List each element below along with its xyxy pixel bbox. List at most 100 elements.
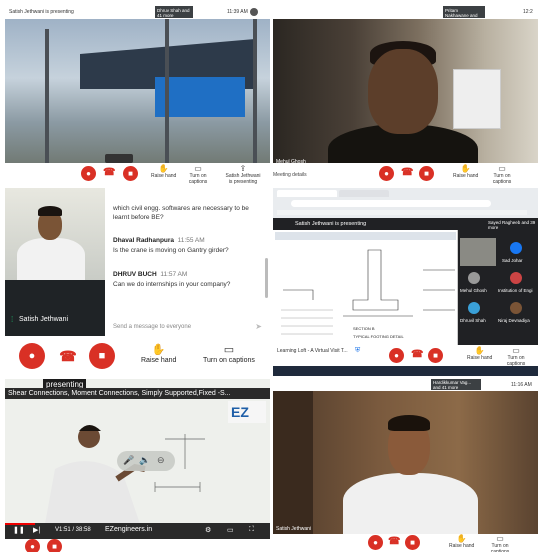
- participant-tile[interactable]: [460, 238, 496, 266]
- participants-badge[interactable]: Pritam Nakhawane and 41 more: [443, 6, 485, 23]
- whiteboard: [453, 69, 501, 129]
- facebook-avatar-icon: [510, 242, 522, 254]
- raise-hand-button[interactable]: ✋ Raise hand: [151, 164, 176, 179]
- video-controls-overlay[interactable]: [105, 154, 133, 163]
- browser-tab[interactable]: [277, 190, 337, 197]
- browser-tab[interactable]: [339, 190, 389, 197]
- presenting-label: Satish Jethwani is presenting: [9, 9, 74, 15]
- collage: Satish Jethwani is presenting Dhruv Shah…: [0, 0, 545, 556]
- presenting-button[interactable]: ⇪ Satish Jethwani is presenting: [223, 164, 263, 185]
- chat-author-line: DHRUV BUCH 11:57 AM: [113, 271, 188, 278]
- scrollbar[interactable]: [265, 258, 268, 298]
- hand-icon: ✋: [460, 164, 471, 173]
- hand-icon: ✋: [151, 344, 166, 356]
- hangup-button[interactable]: ☎: [401, 167, 413, 178]
- audio-icon: ⁞: [11, 315, 14, 324]
- captions-button[interactable]: ▭ Turn on captions: [203, 344, 255, 365]
- drawing-toolbar: [275, 232, 456, 240]
- tile-chat: ⁞ Satish Jethwani which civil engg. soft…: [5, 188, 270, 376]
- face: [368, 49, 438, 134]
- cc-icon: ▭: [498, 164, 506, 173]
- participant-name: Niraj Devnadiya: [498, 318, 530, 323]
- grid-lines: [423, 269, 455, 311]
- participant-name: Mehul Ghosh: [460, 288, 487, 293]
- captions-button[interactable]: ▭ Turn on captions: [483, 534, 517, 552]
- meet-toolbar: Meeting details ● ☎ ■ ✋ Raise hand ▭ Turn …: [273, 163, 538, 185]
- camera-off-button[interactable]: ■: [89, 343, 115, 369]
- cast-icon[interactable]: ▭: [227, 526, 234, 534]
- tile-speaker-2: Hardikkumar Vag... and 41 more 11:16 AM …: [273, 379, 538, 552]
- cad-drawing: SECTION B TYPICAL FOOTING DETAIL: [273, 230, 458, 345]
- hangup-button[interactable]: ☎: [55, 343, 81, 369]
- post: [165, 19, 169, 167]
- fullscreen-icon[interactable]: ⛶: [249, 526, 254, 534]
- avatar: [468, 272, 480, 284]
- mic-off-button[interactable]: ●: [379, 166, 394, 181]
- browser-chrome: [273, 188, 538, 218]
- meet-toolbar: ● ☎ ■ ✋ Raise hand ▭ Turn on captions: [5, 336, 270, 376]
- dim-line: [283, 289, 314, 300]
- hangup-button[interactable]: ☎: [103, 167, 115, 178]
- hand-icon: ✋: [456, 534, 467, 543]
- mic-off-button[interactable]: ●: [81, 166, 96, 181]
- next-icon[interactable]: ▶|: [33, 526, 40, 534]
- time-display: V1:51 / 38:58: [55, 527, 91, 533]
- camera-off-button[interactable]: ■: [428, 348, 443, 363]
- mic-icon[interactable]: 🎤: [123, 455, 134, 466]
- mic-off-button[interactable]: ●: [25, 539, 40, 552]
- meet-toolbar: ● ☎ ■ ✋ Raise hand ▭ Turn on captions: [273, 534, 538, 552]
- hair: [388, 415, 430, 431]
- minus-icon[interactable]: ⊖: [157, 455, 165, 466]
- ez-logo: EZ: [231, 404, 249, 420]
- pause-icon[interactable]: ❚❚: [13, 526, 25, 534]
- avatar: [250, 8, 258, 16]
- mic-off-button[interactable]: ●: [19, 343, 45, 369]
- camera-off-button[interactable]: ■: [419, 166, 434, 181]
- camera-off-button[interactable]: ■: [405, 535, 420, 550]
- settings-icon[interactable]: ⚙: [205, 526, 211, 534]
- captions-button[interactable]: ▭ Turn on captions: [183, 164, 213, 185]
- address-bar[interactable]: [291, 200, 491, 207]
- tile-top-bar: Pritam Nakhawane and 41 more 12:2: [273, 5, 538, 23]
- player-controls: ❚❚ ▶| V1:51 / 38:58 EZengineers.in ⚙ ▭ ⛶: [5, 523, 270, 539]
- camera-off-button[interactable]: ■: [47, 539, 62, 552]
- body: [343, 473, 478, 534]
- participants-badge[interactable]: Dhruv Shah and 41 more: [155, 6, 193, 18]
- send-icon[interactable]: ➤: [255, 322, 262, 331]
- mic-off-button[interactable]: ●: [389, 348, 404, 363]
- chat-input[interactable]: Send a message to everyone: [113, 324, 191, 330]
- self-view-panel: ⁞ Satish Jethwani: [5, 188, 105, 336]
- cc-icon: ▭: [512, 346, 520, 355]
- raise-hand-button[interactable]: ✋ Raise hand: [453, 164, 478, 179]
- participants-badge[interactable]: Sayed Ragheeb and 39 more: [488, 220, 536, 230]
- tile-top-bar: Hardikkumar Vag... and 41 more 11:16 AM: [273, 379, 538, 391]
- meet-toolbar: Learning Loft - A Virtual Visit T... ⛨ ●…: [273, 345, 538, 376]
- meet-toolbar: ● ■: [5, 539, 270, 552]
- captions-button[interactable]: ▭ Turn on captions: [499, 346, 533, 367]
- camera-off-button[interactable]: ■: [123, 166, 138, 181]
- meeting-details-link[interactable]: Meeting details: [273, 172, 307, 178]
- progress-fill[interactable]: [5, 523, 35, 525]
- hand-icon: ✋: [474, 346, 485, 355]
- hand-icon: ✋: [158, 164, 169, 173]
- speaker-video: Satish Jethwani: [273, 391, 538, 534]
- tile-drawing: Satish Jethwani is presenting SECTION B: [273, 188, 538, 376]
- participants-badge[interactable]: Hardikkumar Vag... and 41 more: [431, 379, 481, 390]
- volume-icon[interactable]: 🔈: [139, 455, 150, 466]
- mic-off-button[interactable]: ●: [368, 535, 383, 550]
- sheet-title: TYPICAL FOOTING DETAIL: [353, 334, 404, 339]
- drawing-svg: SECTION B TYPICAL FOOTING DETAIL: [275, 232, 456, 339]
- body: [17, 238, 85, 280]
- hangup-button[interactable]: ☎: [411, 349, 423, 360]
- raise-hand-button[interactable]: ✋ Raise hand: [467, 346, 492, 361]
- raise-hand-button[interactable]: ✋ Raise hand: [449, 534, 474, 549]
- tile-video-lecture: EZ 🎤 🔈 ⊖ presenting Shear Connections, M…: [5, 379, 270, 552]
- post: [45, 29, 49, 167]
- hangup-button[interactable]: ☎: [388, 536, 400, 547]
- chat-panel: which civil engg. softwares are necessar…: [105, 188, 270, 336]
- meeting-title[interactable]: Learning Loft - A Virtual Visit T...: [277, 348, 348, 354]
- raise-hand-button[interactable]: ✋ Raise hand: [141, 344, 176, 365]
- self-video: [5, 188, 105, 280]
- shield-icon: ⛨: [355, 347, 361, 354]
- captions-button[interactable]: ▭ Turn on captions: [485, 164, 519, 185]
